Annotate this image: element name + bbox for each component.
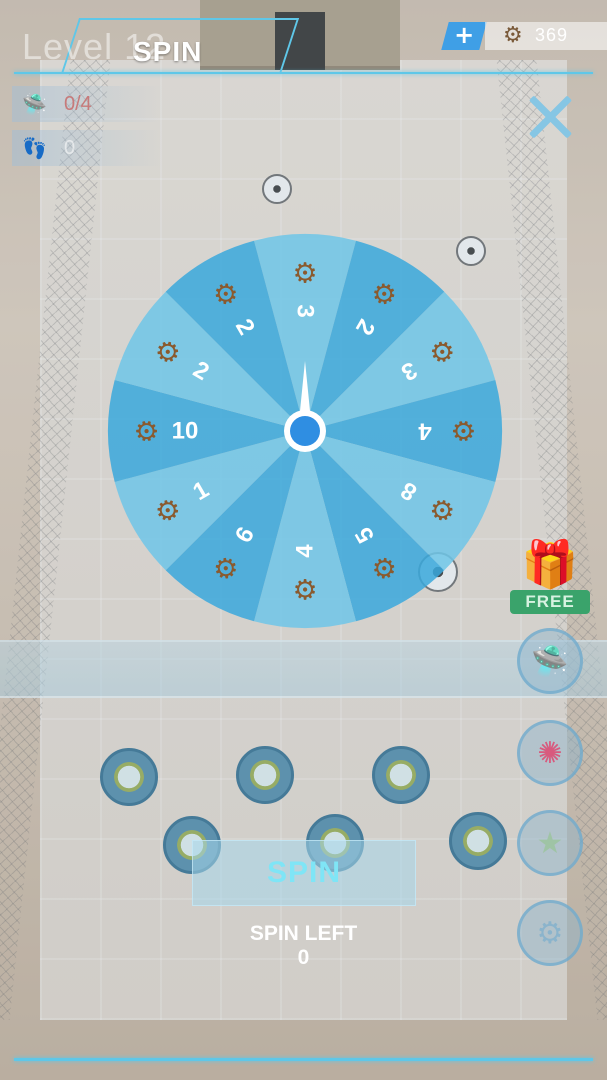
free-badge[interactable]: FREE [510, 590, 590, 614]
add-currency-button[interactable]: + [441, 21, 487, 50]
ufo-counter: 🛸 0/4 [12, 86, 162, 122]
star-button[interactable]: ★ [517, 810, 583, 876]
spin-button[interactable]: SPIN [192, 840, 416, 906]
footprints-icon: 👣 [22, 136, 47, 160]
spins-left-count: 0 [297, 946, 310, 969]
spins-left: SPIN LEFT 0 [200, 922, 407, 970]
close-icon[interactable] [527, 94, 573, 140]
gear-icon: ⚙ [536, 915, 564, 951]
footprints-counter: 👣 0 [12, 130, 162, 166]
wheel-segment-label: 4 [292, 544, 319, 558]
ufo-icon: 🛸 [22, 92, 47, 116]
gear-icon: ⚙ [292, 573, 317, 606]
ufo-shop-button[interactable]: 🛸 [517, 628, 583, 694]
prize-wheel-icon: ✺ [537, 735, 563, 771]
gear-icon: ⚙ [292, 257, 317, 290]
ufo-icon: 🛸 [531, 643, 569, 679]
ufo-count: 0/4 [64, 93, 92, 115]
gear-icon: ⚙ [503, 23, 523, 48]
plus-icon: + [454, 21, 475, 49]
gear-icon: ⚙ [131, 418, 164, 443]
gear-icon: ⚙ [447, 418, 480, 443]
bottom-divider [14, 1058, 593, 1061]
currency-counter: + ⚙ 369 [441, 21, 607, 50]
footprints-count: 0 [64, 137, 76, 159]
top-bar: Level 12 SPIN + ⚙ 369 [0, 0, 607, 80]
wheel-segment-label: 3 [292, 304, 319, 317]
mission-stats: 🛸 0/4 👣 0 [12, 86, 162, 174]
settings-button[interactable]: ⚙ [517, 900, 583, 966]
wheel-hub [290, 416, 320, 446]
prize-wheel: ⚙3 ⚙2⚙3⚙4⚙8⚙5⚙4⚙6⚙ 1⚙ 10⚙ 2⚙2 [107, 234, 502, 628]
prize-wheel-button[interactable]: ✺ [517, 720, 583, 786]
spin-button-label: SPIN [266, 856, 342, 889]
star-icon: ★ [536, 825, 564, 861]
page-title: SPIN [133, 36, 203, 67]
currency-amount: 369 [535, 25, 569, 45]
wheel-segment-label: 4 [418, 418, 432, 445]
gift-icon[interactable]: 🎁 [517, 536, 583, 592]
top-divider [14, 72, 593, 74]
spins-left-label: SPIN LEFT [249, 922, 358, 945]
wheel-segment-label: 10 [172, 418, 199, 445]
